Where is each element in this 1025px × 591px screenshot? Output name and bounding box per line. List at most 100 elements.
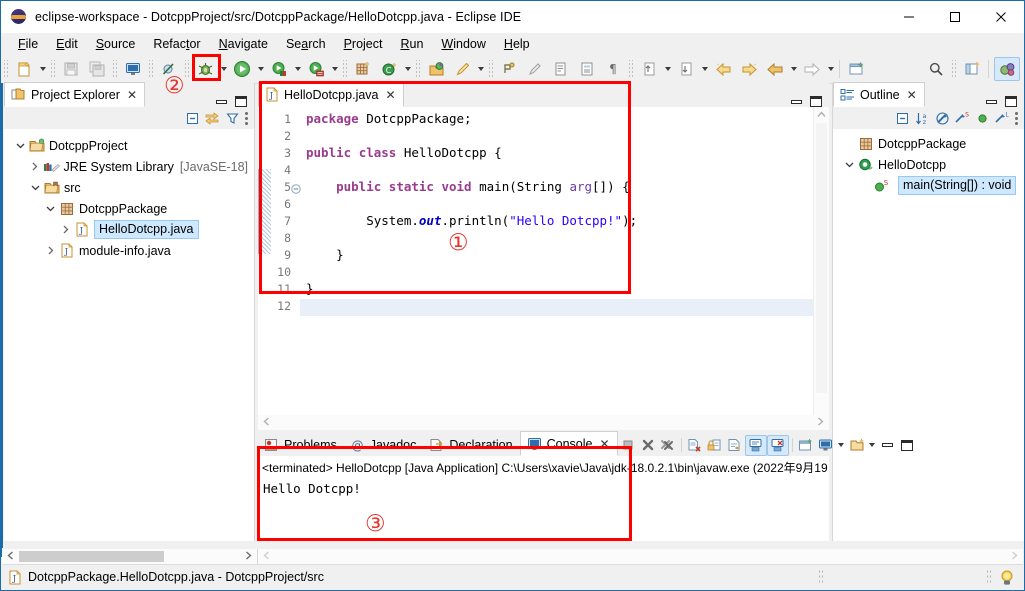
new-java-class-icon[interactable]: C <box>377 57 401 81</box>
toolbar-grip-2[interactable] <box>50 60 56 78</box>
minimize-icon[interactable] <box>791 100 802 104</box>
maximize-icon[interactable] <box>1005 96 1017 107</box>
previous-annotation-icon[interactable] <box>637 57 661 81</box>
scroll-left-arrow[interactable] <box>2 551 19 562</box>
tree-item-src[interactable]: src <box>4 177 254 198</box>
toolbar-grip-10[interactable] <box>951 60 957 78</box>
maximize-button[interactable] <box>932 1 978 32</box>
hscroll-track[interactable] <box>275 551 1006 562</box>
editor-body[interactable]: 1 2 3 4 5 6 7 8 9 10 11 12 <box>258 107 829 430</box>
display-console-dropdown-arrow[interactable] <box>836 434 847 456</box>
toggle-mark-occurrences-icon[interactable] <box>497 57 521 81</box>
new-class-dropdown-arrow[interactable] <box>402 58 413 80</box>
collapse-all-icon[interactable] <box>892 109 912 128</box>
run-icon[interactable] <box>230 57 254 81</box>
menu-help[interactable]: Help <box>495 35 539 53</box>
pin-console-icon[interactable] <box>796 436 816 455</box>
minimize-icon[interactable] <box>882 443 893 447</box>
menu-window[interactable]: Window <box>432 35 494 53</box>
next-edit-icon[interactable] <box>737 57 761 81</box>
search-dropdown-arrow[interactable] <box>475 58 486 80</box>
tree-item-module-info-java[interactable]: J module-info.java <box>4 240 254 261</box>
sort-alphabetically-icon[interactable]: a z <box>912 109 932 128</box>
menu-search[interactable]: Search <box>277 35 335 53</box>
toolbar-grip-6[interactable] <box>342 60 348 78</box>
menu-refactor[interactable]: Refactor <box>144 35 209 53</box>
menu-project[interactable]: Project <box>335 35 392 53</box>
close-icon[interactable]: ✕ <box>127 88 137 102</box>
debug-icon[interactable] <box>193 57 217 81</box>
save-icon[interactable] <box>59 57 83 81</box>
new-window-icon[interactable] <box>844 57 868 81</box>
maximize-icon[interactable] <box>235 96 247 107</box>
close-icon[interactable]: ✕ <box>599 437 609 451</box>
search-marker-icon[interactable] <box>450 57 474 81</box>
menu-navigate[interactable]: Navigate <box>210 35 277 53</box>
forward-icon[interactable] <box>800 57 824 81</box>
show-whitespace-icon[interactable] <box>549 57 573 81</box>
editor-gutter[interactable]: 1 2 3 4 5 6 7 8 9 10 11 12 <box>258 107 300 430</box>
hscroll-track[interactable] <box>19 551 240 562</box>
toolbar-grip-8[interactable] <box>488 60 494 78</box>
remove-all-terminated-icon[interactable] <box>658 436 678 455</box>
run-dropdown-arrow[interactable] <box>255 58 266 80</box>
chevron-down-icon[interactable] <box>841 157 857 173</box>
hide-local-types-icon[interactable]: L <box>992 109 1012 128</box>
minimize-button[interactable] <box>886 1 932 32</box>
outline-item-dotcpppackage[interactable]: DotcppPackage <box>833 133 1024 154</box>
display-selected-console-icon[interactable] <box>816 436 836 455</box>
maximize-icon[interactable] <box>810 96 822 107</box>
debug-dropdown-arrow[interactable] <box>218 58 229 80</box>
scroll-right-arrow[interactable] <box>1006 551 1023 562</box>
code-text-area[interactable]: package DotcppPackage; public class Hell… <box>300 107 829 430</box>
toolbar-grip-5[interactable] <box>184 60 190 78</box>
scroll-right-arrow[interactable] <box>812 417 829 428</box>
tree-item-dotcpppackage[interactable]: DotcppPackage <box>4 198 254 219</box>
chevron-right-icon[interactable] <box>42 243 58 259</box>
show-console-on-output-icon[interactable] <box>745 435 767 456</box>
back-icon[interactable] <box>763 57 787 81</box>
close-button[interactable] <box>978 1 1024 32</box>
chevron-right-icon[interactable] <box>27 159 43 175</box>
pencil-eraser-icon[interactable] <box>523 57 547 81</box>
quick-access-search-icon[interactable] <box>924 57 948 81</box>
new-java-package-icon[interactable] <box>351 57 375 81</box>
toolbar-grip-3[interactable] <box>112 60 118 78</box>
skip-breakpoints-icon[interactable] <box>157 57 181 81</box>
console-body[interactable]: <terminated> HelloDotcpp [Java Applicati… <box>258 456 829 541</box>
view-menu-filter-icon[interactable] <box>222 109 242 128</box>
tree-item-hellodotcpp-java[interactable]: J HelloDotcpp.java <box>4 219 254 240</box>
java-perspective-icon[interactable] <box>994 57 1020 81</box>
coverage-icon[interactable] <box>267 57 291 81</box>
scroll-lock-icon[interactable] <box>705 436 725 455</box>
previous-annotation-dropdown-arrow[interactable] <box>662 58 673 80</box>
menu-edit[interactable]: Edit <box>47 35 87 53</box>
pilcrow-icon[interactable]: ¶ <box>601 57 625 81</box>
tab-declaration[interactable]: Declaration <box>423 433 519 456</box>
editor-vscroll-thumb[interactable] <box>816 123 827 393</box>
lightbulb-icon[interactable] <box>999 569 1015 586</box>
terminate-icon[interactable] <box>618 436 638 455</box>
open-perspective-icon[interactable] <box>960 57 984 81</box>
previous-edit-icon[interactable] <box>711 57 735 81</box>
tab-hellodotcpp-java[interactable]: J HelloDotcpp.java ✕ <box>258 82 404 107</box>
scroll-up-arrow[interactable] <box>814 107 829 122</box>
profile-dropdown-arrow[interactable] <box>329 58 340 80</box>
menu-source[interactable]: Source <box>87 35 145 53</box>
close-icon[interactable]: ✕ <box>386 88 396 102</box>
next-annotation-icon[interactable] <box>674 57 698 81</box>
scroll-left-arrow[interactable] <box>258 417 275 428</box>
save-all-icon[interactable] <box>85 57 109 81</box>
view-menu-icon[interactable] <box>1012 110 1021 126</box>
forward-dropdown-arrow[interactable] <box>825 58 836 80</box>
console-horizontal-scrollbar[interactable] <box>258 549 1023 564</box>
menu-run[interactable]: Run <box>391 35 432 53</box>
chevron-right-icon[interactable] <box>57 222 73 238</box>
next-annotation-dropdown-arrow[interactable] <box>699 58 710 80</box>
tab-outline[interactable]: Outline ✕ <box>833 82 925 107</box>
outline-item-main-method[interactable]: S main(String[]) : void <box>833 175 1024 196</box>
hscroll-thumb[interactable] <box>19 551 164 562</box>
hide-nonpublic-icon[interactable] <box>972 109 992 128</box>
link-with-editor-icon[interactable] <box>202 109 222 128</box>
hscroll-track[interactable] <box>275 417 812 428</box>
